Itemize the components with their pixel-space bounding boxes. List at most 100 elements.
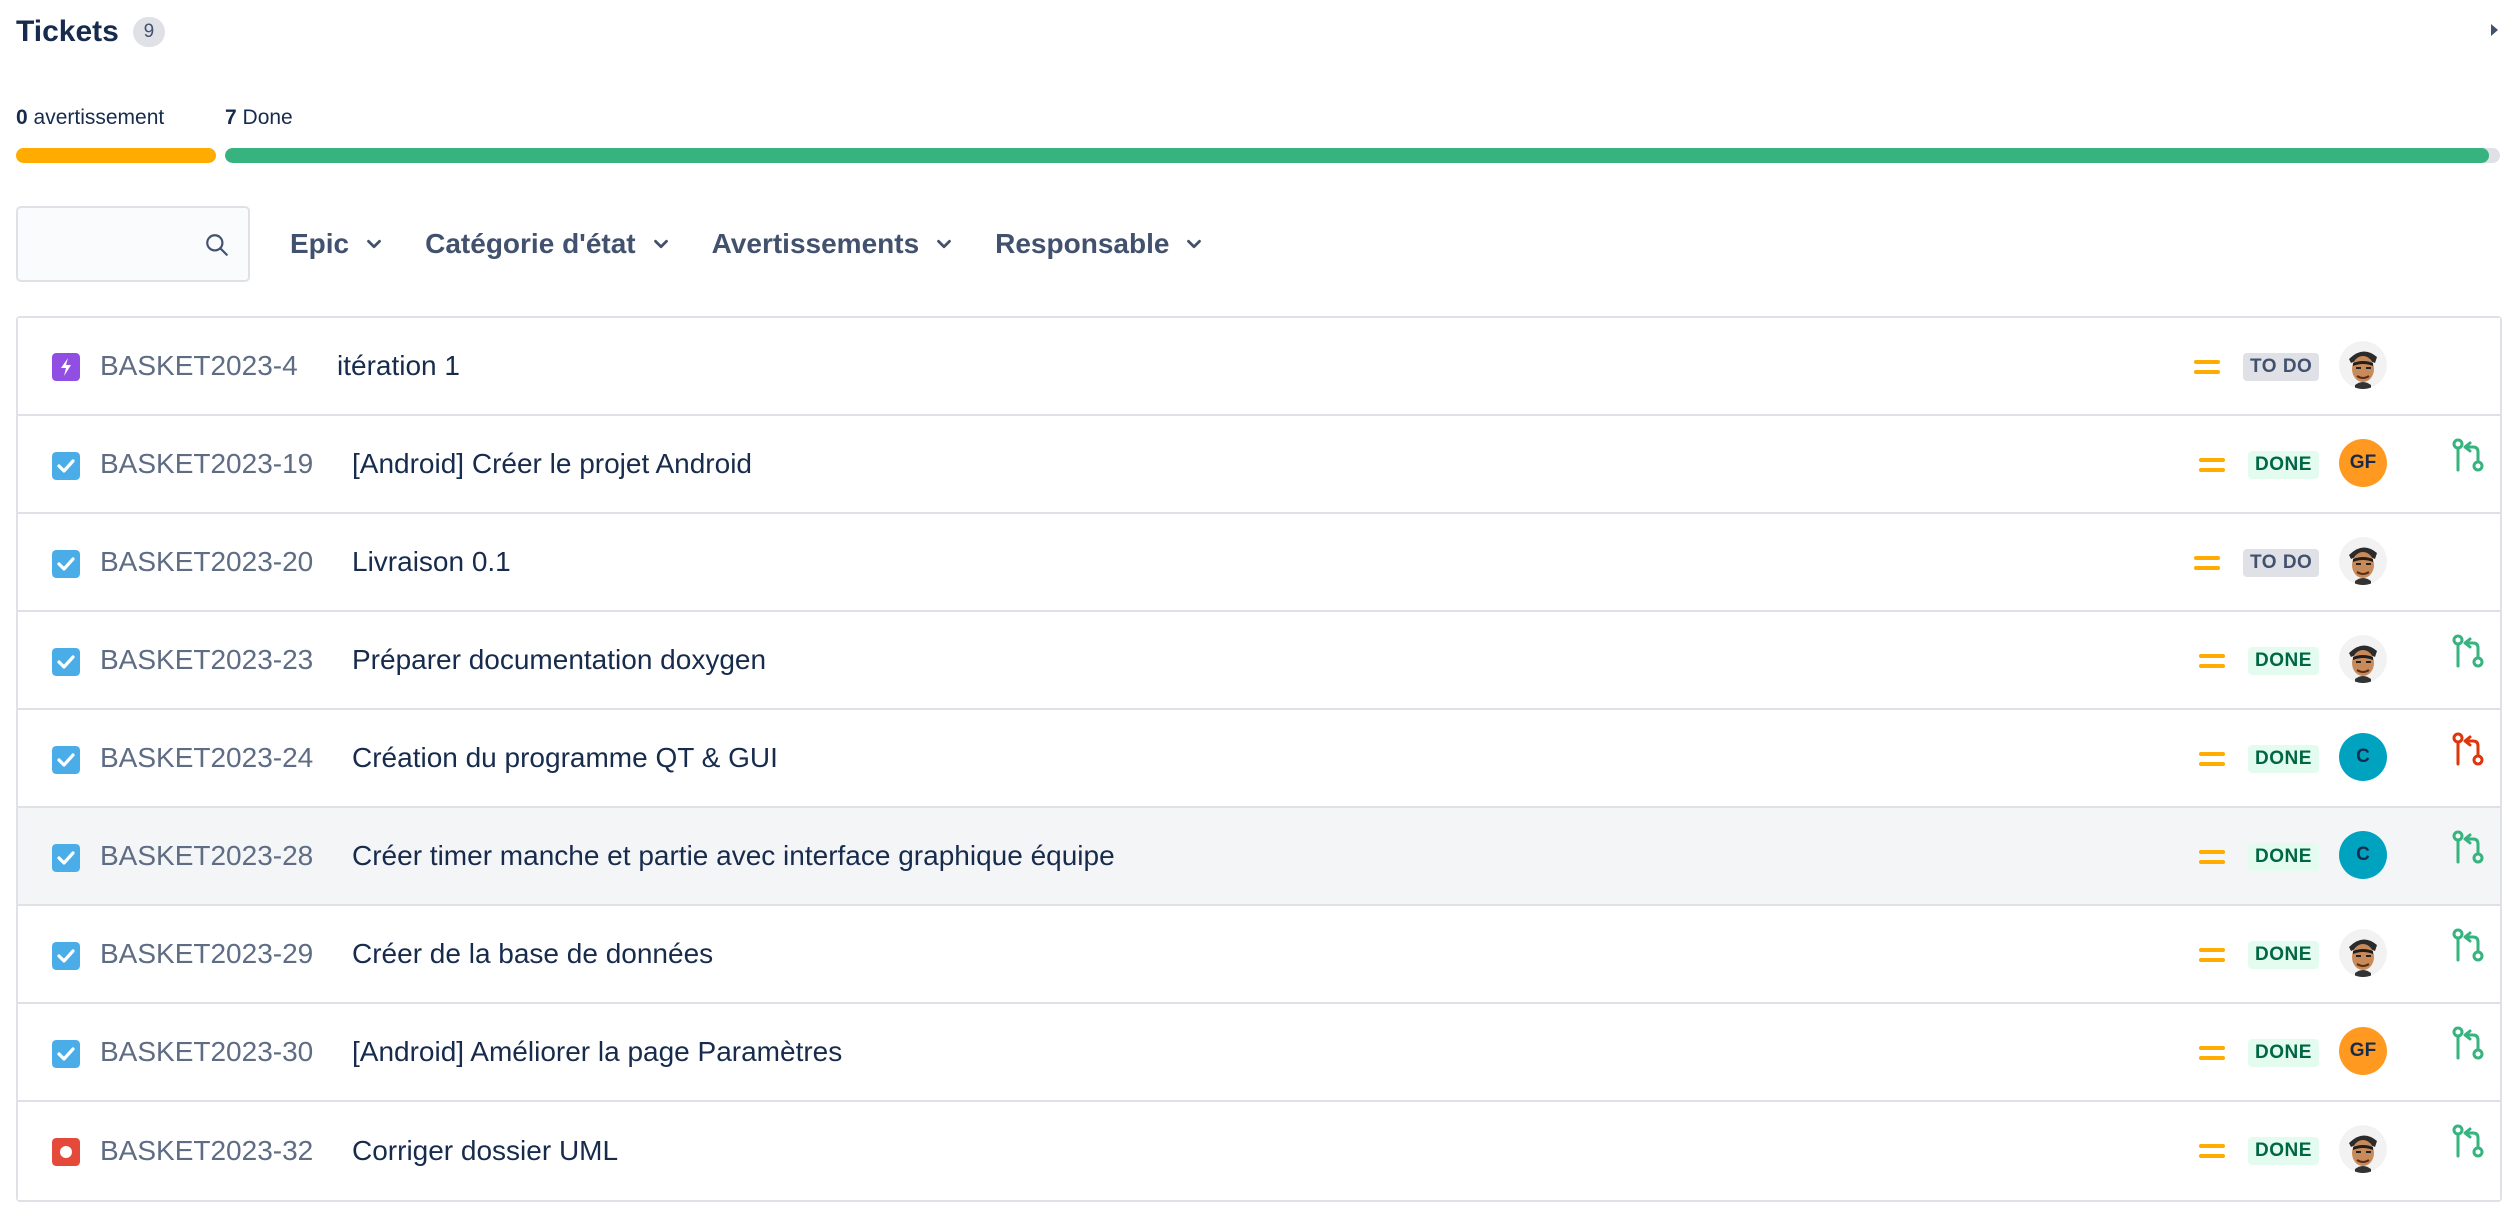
filter-status-category-button[interactable]: Catégorie d'état bbox=[425, 206, 671, 282]
ticket-summary[interactable]: Créer timer manche et partie avec interf… bbox=[352, 840, 1115, 872]
done-progress-bar bbox=[225, 148, 2500, 163]
ticket-summary[interactable]: Corriger dossier UML bbox=[352, 1135, 618, 1167]
done-label: 7 Done bbox=[225, 106, 293, 130]
warnings-progress-bar bbox=[16, 148, 216, 163]
ticket-row[interactable]: BASKET2023-32 Corriger dossier UML DONE bbox=[18, 1102, 2500, 1200]
ticket-count-badge: 9 bbox=[132, 17, 165, 47]
ticket-row[interactable]: BASKET2023-23 Préparer documentation doxy… bbox=[18, 612, 2500, 710]
ticket-summary[interactable]: [Android] Améliorer la page Paramètres bbox=[352, 1036, 842, 1068]
pull-request-merged-icon[interactable] bbox=[2448, 436, 2488, 476]
ticket-row[interactable]: BASKET2023-29 Créer de la base de données… bbox=[18, 906, 2500, 1004]
assignee-avatar[interactable] bbox=[2339, 537, 2387, 585]
assignee-avatar[interactable] bbox=[2339, 635, 2387, 683]
filter-status-category-label: Catégorie d'état bbox=[425, 228, 636, 259]
ticket-key[interactable]: BASKET2023-4 bbox=[100, 350, 298, 382]
filter-epic-button[interactable]: Epic bbox=[290, 206, 385, 282]
chevron-down-icon bbox=[367, 239, 382, 249]
filter-assignee-label: Responsable bbox=[995, 228, 1170, 259]
medium-priority-icon bbox=[2194, 360, 2220, 374]
medium-priority-icon bbox=[2199, 752, 2225, 766]
ticket-row[interactable]: BASKET2023-28 Créer timer manche et parti… bbox=[18, 808, 2500, 906]
pull-request-merged-icon[interactable] bbox=[2448, 926, 2488, 966]
search-field[interactable] bbox=[16, 206, 250, 282]
ticket-key[interactable]: BASKET2023-19 bbox=[100, 448, 313, 480]
ticket-summary[interactable]: Créer de la base de données bbox=[352, 938, 713, 970]
status-badge[interactable]: DONE bbox=[2248, 1039, 2319, 1067]
assignee-avatar[interactable]: GF bbox=[2339, 1027, 2387, 1075]
assignee-avatar[interactable] bbox=[2339, 929, 2387, 977]
assignee-avatar[interactable]: C bbox=[2339, 733, 2387, 781]
medium-priority-icon bbox=[2199, 850, 2225, 864]
pull-request-merged-icon[interactable] bbox=[2448, 1024, 2488, 1064]
ticket-list: BASKET2023-4 itération 1 TO DO BASKET2023-… bbox=[16, 316, 2502, 1202]
tickets-header: Tickets 9 bbox=[16, 10, 165, 54]
filter-warnings-label: Avertissements bbox=[711, 228, 920, 259]
filter-bar: Epic Catégorie d'état Avertissements Res… bbox=[16, 204, 1205, 284]
filter-warnings-button[interactable]: Avertissements bbox=[712, 206, 956, 282]
pull-request-merged-icon[interactable] bbox=[2448, 828, 2488, 868]
assignee-avatar[interactable] bbox=[2339, 1125, 2387, 1173]
ticket-summary[interactable]: [Android] Créer le projet Android bbox=[352, 448, 752, 480]
warnings-text: avertissement bbox=[33, 106, 165, 129]
task-icon bbox=[52, 746, 80, 774]
ticket-row[interactable]: BASKET2023-24 Création du programme QT & … bbox=[18, 710, 2500, 808]
status-badge[interactable]: DONE bbox=[2248, 941, 2319, 969]
done-progress-fill bbox=[225, 148, 2489, 163]
ticket-key[interactable]: BASKET2023-20 bbox=[100, 546, 313, 578]
warnings-label: 0 avertissement bbox=[16, 106, 164, 130]
medium-priority-icon bbox=[2194, 556, 2220, 570]
pull-request-merged-icon[interactable] bbox=[2448, 1122, 2488, 1162]
task-icon bbox=[52, 550, 80, 578]
pull-request-declined-icon[interactable] bbox=[2448, 730, 2488, 770]
status-badge[interactable]: DONE bbox=[2248, 647, 2319, 675]
collapse-arrow-icon[interactable] bbox=[2491, 24, 2498, 36]
page-title: Tickets bbox=[16, 15, 119, 48]
ticket-summary[interactable]: Livraison 0.1 bbox=[352, 546, 511, 578]
ticket-row[interactable]: BASKET2023-30 [Android] Améliorer la page… bbox=[18, 1004, 2500, 1102]
filter-assignee-button[interactable]: Responsable bbox=[995, 206, 1205, 282]
medium-priority-icon bbox=[2199, 1046, 2225, 1060]
ticket-summary[interactable]: itération 1 bbox=[337, 350, 460, 382]
ticket-row[interactable]: BASKET2023-4 itération 1 TO DO bbox=[18, 318, 2500, 416]
medium-priority-icon bbox=[2199, 1144, 2225, 1158]
status-badge[interactable]: DONE bbox=[2248, 451, 2319, 479]
ticket-row[interactable]: BASKET2023-19 [Android] Créer le projet A… bbox=[18, 416, 2500, 514]
chevron-down-icon bbox=[1187, 239, 1202, 249]
ticket-key[interactable]: BASKET2023-24 bbox=[100, 742, 313, 774]
pull-request-merged-icon[interactable] bbox=[2448, 632, 2488, 672]
status-badge[interactable]: DONE bbox=[2248, 1137, 2319, 1165]
filter-epic-label: Epic bbox=[290, 228, 350, 259]
epic-icon bbox=[52, 353, 80, 381]
status-badge[interactable]: DONE bbox=[2248, 843, 2319, 871]
task-icon bbox=[52, 942, 80, 970]
ticket-key[interactable]: BASKET2023-32 bbox=[100, 1135, 313, 1167]
ticket-key[interactable]: BASKET2023-30 bbox=[100, 1036, 313, 1068]
ticket-key[interactable]: BASKET2023-28 bbox=[100, 840, 313, 872]
medium-priority-icon bbox=[2199, 458, 2225, 472]
ticket-key[interactable]: BASKET2023-29 bbox=[100, 938, 313, 970]
status-badge[interactable]: DONE bbox=[2248, 745, 2319, 773]
chevron-down-icon bbox=[653, 239, 668, 249]
assignee-avatar[interactable]: C bbox=[2339, 831, 2387, 879]
status-badge[interactable]: TO DO bbox=[2243, 549, 2320, 577]
ticket-row[interactable]: BASKET2023-20 Livraison 0.1 TO DO bbox=[18, 514, 2500, 612]
bug-icon bbox=[52, 1138, 80, 1166]
task-icon bbox=[52, 1040, 80, 1068]
assignee-avatar[interactable] bbox=[2339, 341, 2387, 389]
done-text: Done bbox=[242, 106, 293, 129]
medium-priority-icon bbox=[2199, 948, 2225, 962]
assignee-avatar[interactable]: GF bbox=[2339, 439, 2387, 487]
warnings-count: 0 bbox=[16, 106, 28, 129]
medium-priority-icon bbox=[2199, 654, 2225, 668]
search-icon bbox=[206, 234, 228, 256]
search-input[interactable] bbox=[28, 208, 202, 282]
ticket-key[interactable]: BASKET2023-23 bbox=[100, 644, 313, 676]
chevron-down-icon bbox=[937, 239, 952, 249]
ticket-summary[interactable]: Création du programme QT & GUI bbox=[352, 742, 778, 774]
task-icon bbox=[52, 844, 80, 872]
ticket-summary[interactable]: Préparer documentation doxygen bbox=[352, 644, 766, 676]
task-icon bbox=[52, 648, 80, 676]
done-count: 7 bbox=[225, 106, 237, 129]
task-icon bbox=[52, 452, 80, 480]
status-badge[interactable]: TO DO bbox=[2243, 353, 2320, 381]
